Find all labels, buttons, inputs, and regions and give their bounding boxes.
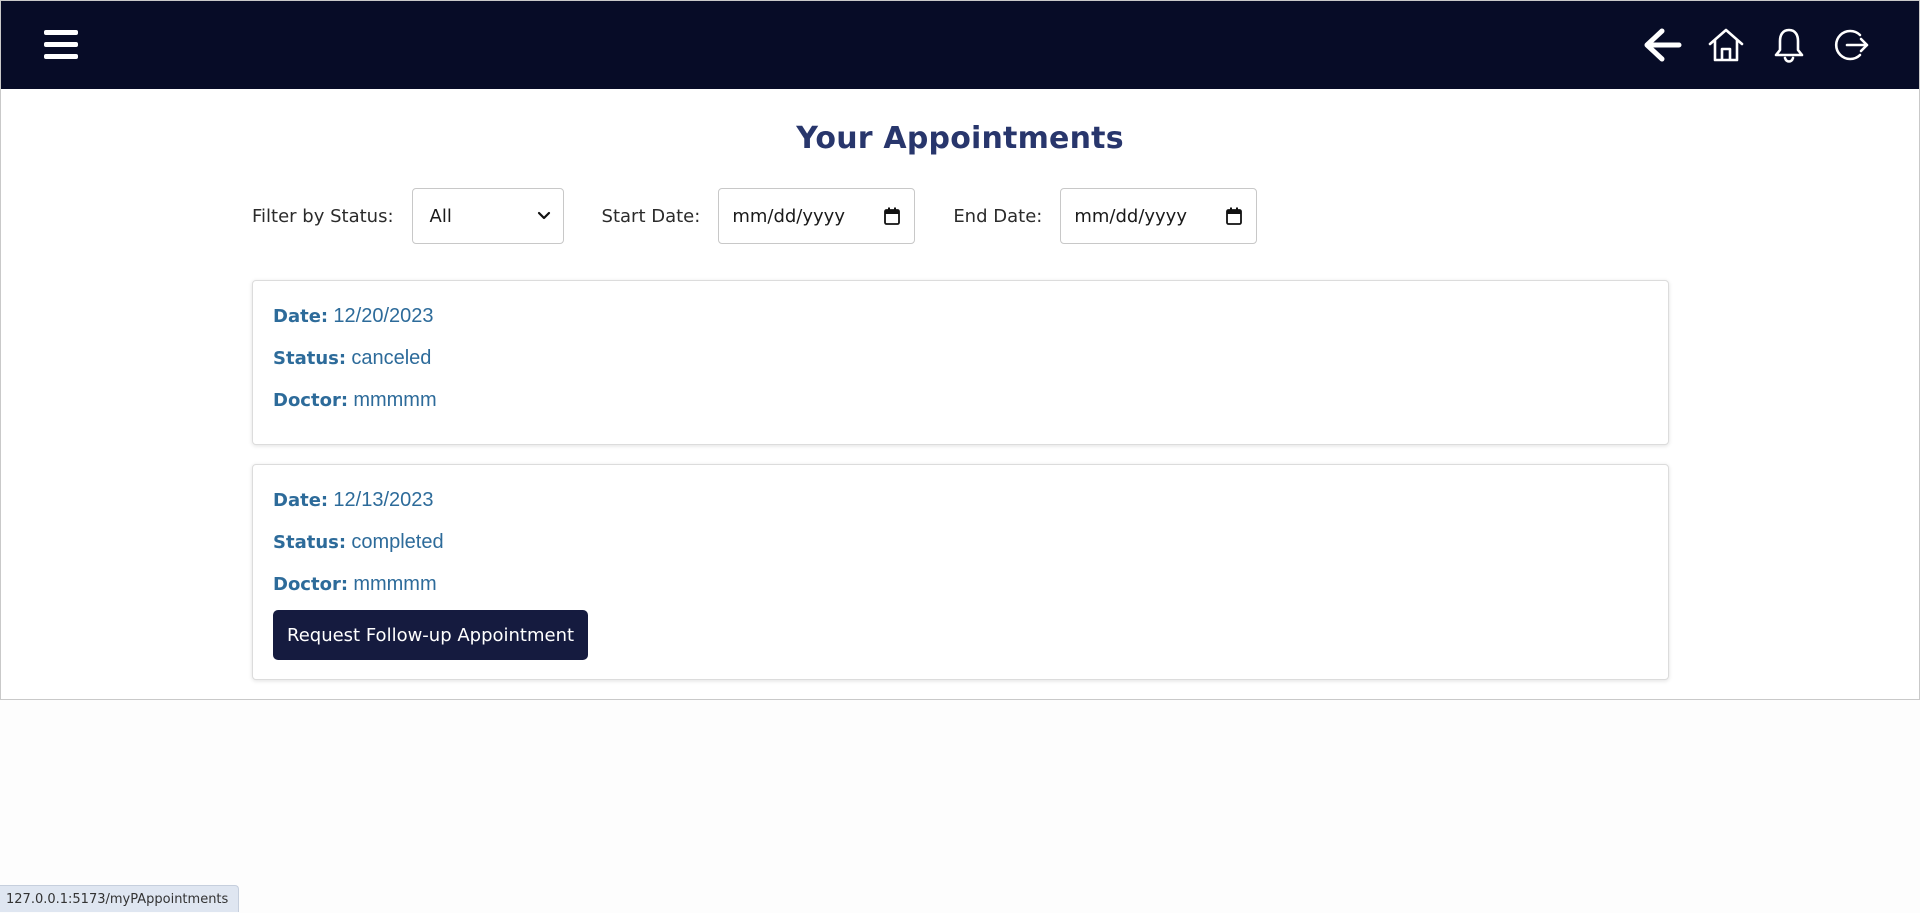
status-filter-label: Filter by Status: bbox=[252, 206, 394, 227]
status-value: canceled bbox=[351, 347, 431, 369]
status-filter-value: All bbox=[430, 206, 452, 227]
date-value: 12/13/2023 bbox=[333, 489, 433, 511]
end-date-label: End Date: bbox=[953, 206, 1042, 227]
doctor-label: Doctor: bbox=[273, 390, 348, 411]
filter-bar: Filter by Status: All Start Date: mm/dd/… bbox=[252, 188, 1257, 244]
page-title: Your Appointments bbox=[1, 121, 1919, 156]
start-date-label: Start Date: bbox=[602, 206, 701, 227]
start-date-placeholder: mm/dd/yyyy bbox=[732, 206, 845, 227]
status-label: Status: bbox=[273, 348, 346, 369]
date-value: 12/20/2023 bbox=[333, 305, 433, 327]
hamburger-menu-icon[interactable] bbox=[41, 27, 81, 63]
doctor-label: Doctor: bbox=[273, 574, 348, 595]
appointment-doctor: Doctor: mmmmm bbox=[273, 573, 437, 596]
app-frame: Your Appointments Filter by Status: All … bbox=[0, 0, 1920, 700]
appointment-status: Status: completed bbox=[273, 531, 444, 554]
end-date-placeholder: mm/dd/yyyy bbox=[1074, 206, 1187, 227]
bell-icon[interactable] bbox=[1768, 25, 1810, 65]
top-navbar bbox=[1, 1, 1919, 89]
appointment-card: Date: 12/20/2023 Status: canceled Doctor… bbox=[252, 280, 1669, 445]
appointment-status: Status: canceled bbox=[273, 347, 431, 370]
appointment-card: Date: 12/13/2023 Status: completed Docto… bbox=[252, 464, 1669, 680]
doctor-value: mmmmm bbox=[353, 389, 436, 411]
appointment-date: Date: 12/13/2023 bbox=[273, 489, 434, 512]
calendar-icon[interactable] bbox=[884, 207, 900, 225]
date-label: Date: bbox=[273, 490, 328, 511]
chevron-down-icon bbox=[537, 211, 551, 221]
request-follow-up-button[interactable]: Request Follow-up Appointment bbox=[273, 610, 588, 660]
home-icon[interactable] bbox=[1705, 25, 1747, 65]
status-value: completed bbox=[351, 531, 443, 553]
calendar-icon[interactable] bbox=[1226, 207, 1242, 225]
status-bar-url: 127.0.0.1:5173/myPAppointments bbox=[0, 885, 239, 912]
start-date-input[interactable]: mm/dd/yyyy bbox=[718, 188, 915, 244]
end-date-input[interactable]: mm/dd/yyyy bbox=[1060, 188, 1257, 244]
status-filter-select[interactable]: All bbox=[412, 188, 564, 244]
logout-icon[interactable] bbox=[1831, 25, 1873, 65]
doctor-value: mmmmm bbox=[353, 573, 436, 595]
appointment-date: Date: 12/20/2023 bbox=[273, 305, 434, 328]
status-label: Status: bbox=[273, 532, 346, 553]
arrow-left-icon[interactable] bbox=[1642, 25, 1684, 65]
date-label: Date: bbox=[273, 306, 328, 327]
appointment-doctor: Doctor: mmmmm bbox=[273, 389, 437, 412]
